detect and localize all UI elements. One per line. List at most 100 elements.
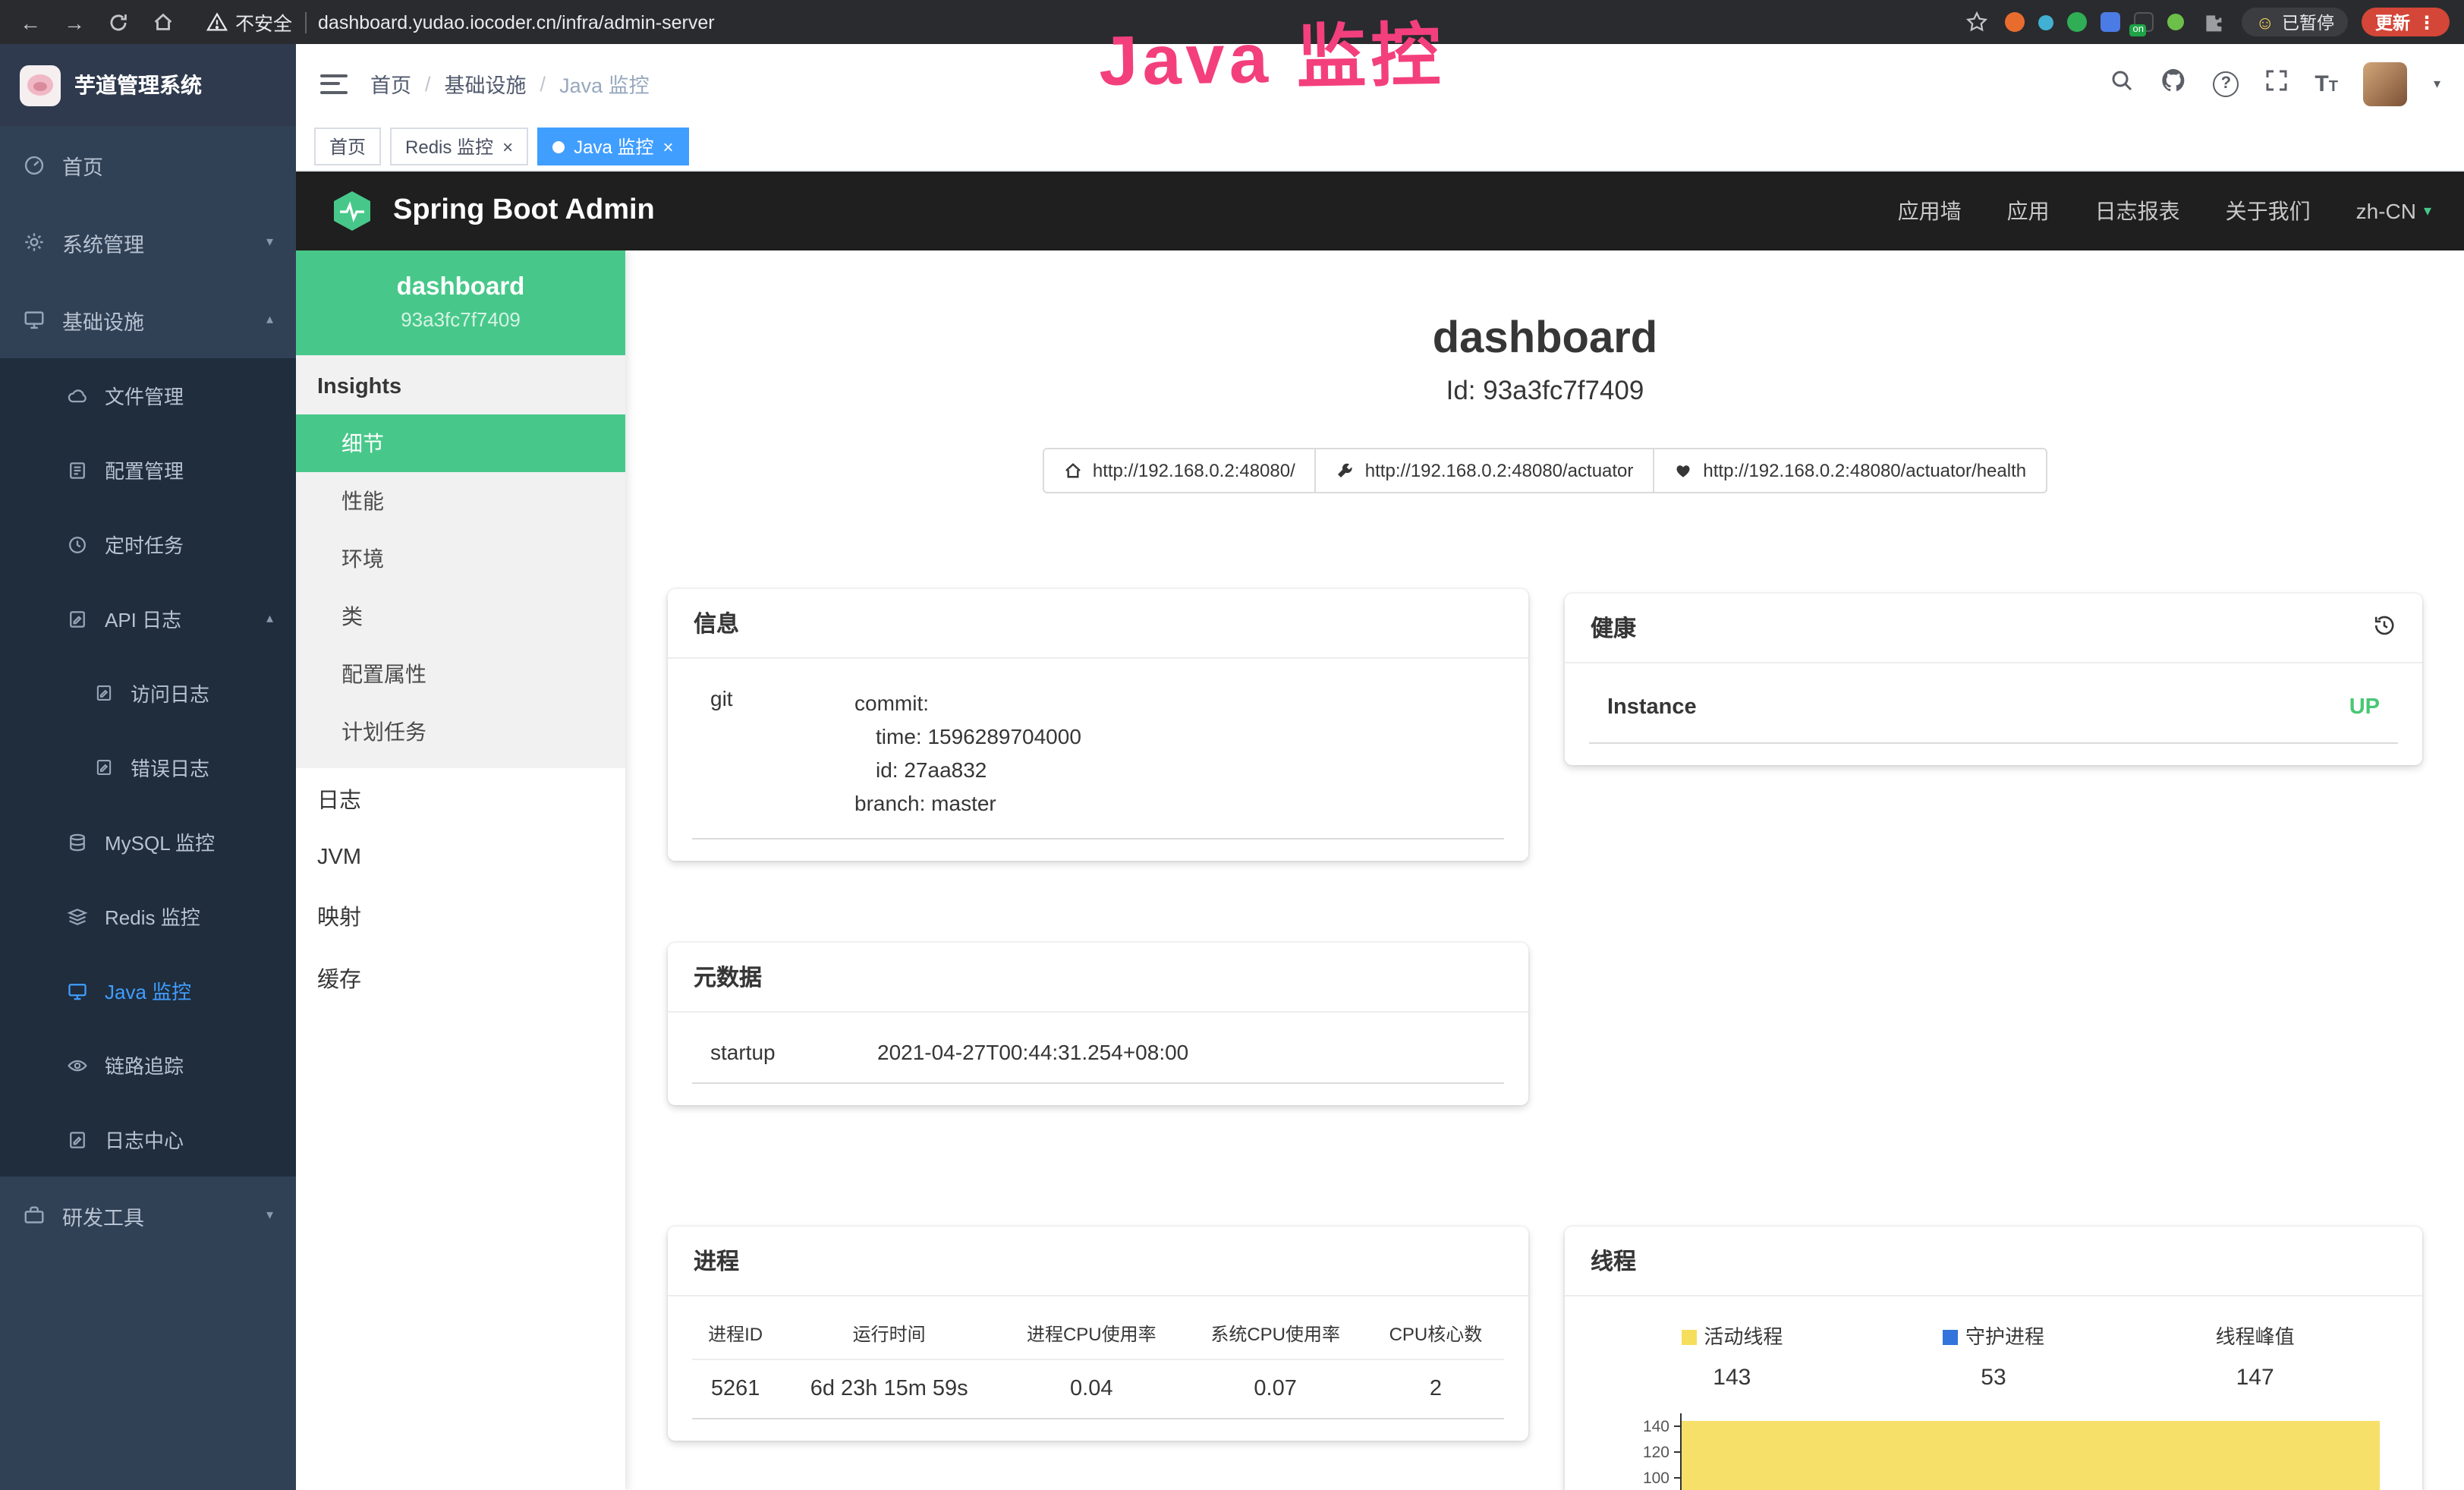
sba-item-caches[interactable]: 缓存 (296, 947, 625, 1010)
back-icon[interactable]: ← (15, 7, 46, 37)
sba-item-classes[interactable]: 类 (296, 587, 625, 645)
home-icon[interactable] (147, 7, 178, 37)
tab-java-monitor[interactable]: Java 监控 × (537, 128, 688, 165)
bookmark-star-icon[interactable] (1961, 7, 1991, 37)
sba-nav-wallboard[interactable]: 应用墙 (1898, 196, 1962, 226)
sidebar-item-file-manage[interactable]: 文件管理 (0, 358, 296, 433)
sidebar-item-access-log[interactable]: 访问日志 (0, 656, 296, 730)
sidebar-item-scheduled-job[interactable]: 定时任务 (0, 507, 296, 581)
sidebar-item-java-monitor[interactable]: Java 监控 (0, 953, 296, 1028)
process-values-row: 5261 6d 23h 15m 59s 0.04 0.07 2 (692, 1359, 1504, 1419)
sidebar-item-error-log[interactable]: 错误日志 (0, 730, 296, 805)
log-doc-icon (67, 608, 88, 629)
status-badge: UP (2349, 695, 2380, 720)
tab-redis-monitor[interactable]: Redis 监控 × (390, 128, 528, 165)
extension-icon-blue-grid[interactable] (2101, 12, 2120, 32)
close-icon[interactable]: × (662, 137, 673, 156)
annotation-java-monitor: Java 监控 (1098, 0, 1446, 106)
url-text[interactable]: dashboard.yudao.iocoder.cn/infra/admin-s… (318, 11, 715, 33)
layers-icon (67, 906, 88, 927)
gear-icon (23, 231, 46, 254)
sidebar-item-redis-monitor[interactable]: Redis 监控 (0, 879, 296, 953)
sba-brand[interactable]: Spring Boot Admin (393, 194, 655, 228)
page-title: dashboard (625, 314, 2464, 364)
update-button[interactable]: 更新 ⋮ (2362, 8, 2450, 36)
database-icon (67, 831, 88, 852)
col-sys-cpu: 系统CPU使用率 (1183, 1306, 1367, 1359)
font-size-icon[interactable]: TT (2315, 71, 2338, 96)
help-icon[interactable]: ? (2213, 71, 2239, 96)
sba-nav-applications[interactable]: 应用 (2007, 196, 2050, 226)
extension-icon-orange[interactable] (2005, 12, 2025, 32)
history-icon[interactable] (2372, 613, 2396, 643)
instance-url-link[interactable]: http://192.168.0.2:48080/ (1043, 448, 1317, 493)
cloud-icon (67, 385, 88, 406)
on-badge: on (2129, 24, 2146, 36)
sidebar-item-infra[interactable]: 基础设施 ▴ (0, 281, 296, 358)
sba-item-metrics[interactable]: 性能 (296, 472, 625, 530)
extension-icon-teal[interactable] (2038, 14, 2053, 30)
cores-value: 2 (1367, 1359, 1504, 1419)
process-card-title: 进程 (668, 1227, 1528, 1296)
sba-item-jvm[interactable]: JVM (296, 830, 625, 885)
sba-item-details[interactable]: 细节 (296, 414, 625, 472)
sidebar-item-api-log[interactable]: API 日志 ▴ (0, 581, 296, 656)
admin-menu: 首页 系统管理 ▾ 基础设施 ▴ 文件管理 配置管理 (0, 126, 296, 1254)
sidebar-item-system[interactable]: 系统管理 ▾ (0, 203, 296, 281)
close-icon[interactable]: × (502, 137, 513, 156)
sba-item-mappings[interactable]: 映射 (296, 885, 625, 947)
sba-nav-journal[interactable]: 日志报表 (2095, 196, 2180, 226)
security-chip[interactable]: 不安全 (206, 8, 292, 36)
app-logo[interactable]: 芋道管理系统 (0, 44, 296, 126)
sidebar-item-devtools[interactable]: 研发工具 ▾ (0, 1177, 296, 1254)
actuator-link[interactable]: http://192.168.0.2:48080/actuator (1315, 448, 1655, 493)
proxy-extension-icon[interactable]: on (2134, 12, 2154, 32)
extension-icon-green[interactable] (2067, 12, 2087, 32)
breadcrumb-home[interactable]: 首页 (370, 68, 411, 99)
tab-home[interactable]: 首页 (314, 128, 381, 165)
search-icon[interactable] (2110, 68, 2134, 99)
chart-plot-area (1680, 1413, 2380, 1490)
browser-menu-icon[interactable]: ⋮ (2418, 11, 2436, 33)
avatar-caret-icon[interactable]: ▾ (2434, 75, 2440, 92)
sba-app-header[interactable]: dashboard 93a3fc7f7409 (296, 250, 625, 355)
chevron-up-icon: ▴ (266, 311, 273, 328)
hamburger-icon[interactable] (320, 74, 348, 93)
breadcrumb-infra[interactable]: 基础设施 (445, 68, 527, 99)
health-card-title: 健康 (1591, 612, 1636, 644)
wrench-icon (1336, 461, 1355, 480)
extension-icon-leaf[interactable] (2167, 14, 2184, 30)
metadata-startup-row: startup 2021-04-27T00:44:31.254+08:00 (692, 1022, 1504, 1084)
warning-icon (206, 12, 228, 32)
address-bar[interactable]: 不安全 dashboard.yudao.iocoder.cn/infra/adm… (191, 5, 1947, 39)
sba-item-environment[interactable]: 环境 (296, 530, 625, 587)
logo-avatar (20, 65, 61, 106)
github-icon[interactable] (2160, 66, 2187, 101)
sba-item-scheduled-tasks[interactable]: 计划任务 (296, 703, 625, 761)
sba-item-loggers[interactable]: 日志 (296, 768, 625, 830)
sidebar-item-home[interactable]: 首页 (0, 126, 296, 203)
threads-legend: 活动线程 143 守护进程 53 线程峰值 147 (1589, 1306, 2398, 1394)
chevron-up-icon: ▴ (266, 610, 273, 627)
active-threads-swatch (1681, 1330, 1696, 1345)
sidebar-item-log-center[interactable]: 日志中心 (0, 1102, 296, 1177)
locale-selector[interactable]: zh-CN ▾ (2356, 199, 2431, 223)
sidebar-item-config-manage[interactable]: 配置管理 (0, 433, 296, 507)
sba-item-config-props[interactable]: 配置属性 (296, 645, 625, 703)
breadcrumb: 首页 / 基础设施 / Java 监控 (370, 68, 650, 99)
sidebar-item-trace[interactable]: 链路追踪 (0, 1028, 296, 1102)
forward-icon[interactable]: → (59, 7, 90, 37)
reload-icon[interactable] (103, 7, 134, 37)
sidebar-item-mysql-monitor[interactable]: MySQL 监控 (0, 805, 296, 879)
page-subtitle: Id: 93a3fc7f7409 (625, 375, 2464, 407)
profile-avatar-icon: ☺ (2255, 11, 2274, 33)
sba-app-id: 93a3fc7f7409 (311, 308, 610, 331)
puzzle-extension-icon[interactable] (2198, 7, 2228, 37)
user-avatar[interactable] (2364, 61, 2408, 106)
profile-paused-badge[interactable]: ☺ 已暂停 (2242, 8, 2348, 36)
health-link[interactable]: http://192.168.0.2:48080/actuator/health (1653, 448, 2047, 493)
sba-nav-about[interactable]: 关于我们 (2226, 196, 2311, 226)
uptime-value: 6d 23h 15m 59s (779, 1359, 999, 1419)
eye-icon (67, 1054, 88, 1076)
fullscreen-icon[interactable] (2264, 68, 2289, 99)
